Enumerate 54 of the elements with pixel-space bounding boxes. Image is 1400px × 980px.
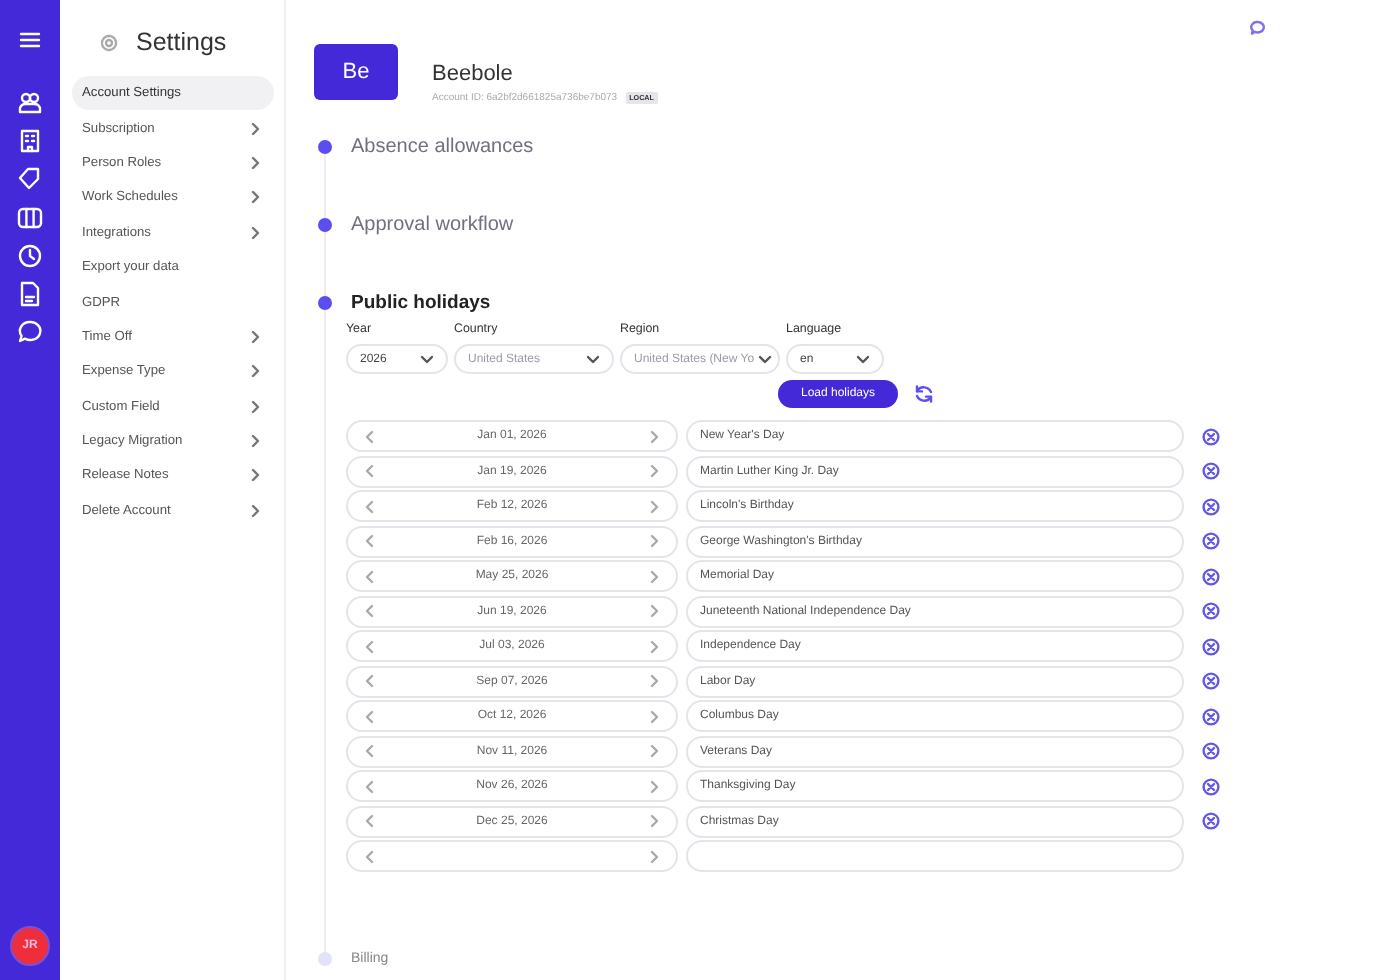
section-heading[interactable]: Approval workflow — [351, 213, 514, 235]
remove-icon[interactable] — [1202, 462, 1220, 480]
caret-icon — [758, 354, 773, 364]
chevron-right-icon[interactable] — [649, 569, 660, 583]
gear-icon — [100, 33, 118, 51]
chevron-left-icon[interactable] — [364, 604, 374, 618]
caret-icon — [586, 354, 600, 364]
chevron-left-icon[interactable] — [364, 674, 374, 688]
page-title: Settings — [136, 28, 227, 56]
chevron-right-icon[interactable] — [649, 464, 660, 478]
chevron-right-icon[interactable] — [649, 639, 660, 653]
date-picker[interactable] — [346, 840, 678, 872]
chevron-right-icon[interactable] — [649, 814, 660, 828]
chevron-right-icon[interactable] — [650, 744, 660, 758]
remove-icon[interactable] — [1202, 427, 1220, 445]
remove-icon[interactable] — [1202, 742, 1220, 760]
chevron-left-icon[interactable] — [364, 429, 374, 443]
chevron-right-icon[interactable] — [650, 849, 660, 863]
input-field[interactable] — [686, 840, 1184, 872]
remove-icon[interactable] — [1202, 567, 1220, 585]
chevron-left-icon[interactable] — [364, 744, 374, 758]
chevron-left-icon[interactable] — [364, 639, 374, 653]
section-heading[interactable]: Absence allowances — [351, 135, 534, 157]
chevron-left-icon[interactable] — [364, 849, 374, 863]
chevron-right-icon[interactable] — [649, 429, 660, 443]
chevron-left-icon[interactable] — [364, 464, 374, 478]
chevron-right-icon[interactable] — [650, 534, 660, 548]
caret-icon — [856, 354, 870, 364]
chat-icon[interactable] — [1250, 20, 1266, 36]
remove-icon[interactable] — [1202, 637, 1220, 655]
chevron-right-icon[interactable] — [650, 499, 660, 513]
chevron-right-icon[interactable] — [649, 709, 660, 723]
menu-icon[interactable] — [18, 28, 42, 52]
company-logo: Be — [314, 44, 398, 100]
company-name: Beebole — [432, 62, 515, 86]
remove-icon[interactable] — [1202, 602, 1220, 620]
caret-icon — [420, 354, 434, 364]
remove-icon[interactable] — [1202, 812, 1220, 830]
chevron-left-icon[interactable] — [364, 569, 374, 583]
remove-icon[interactable] — [1202, 777, 1220, 795]
remove-icon[interactable] — [1202, 532, 1220, 550]
remove-icon[interactable] — [1202, 707, 1220, 725]
remove-icon[interactable] — [1202, 672, 1220, 690]
remove-icon[interactable] — [1202, 497, 1220, 515]
section-heading[interactable]: Public holidays — [351, 291, 491, 313]
chevron-left-icon[interactable] — [364, 499, 374, 513]
chevron-left-icon[interactable] — [364, 779, 374, 793]
chevron-right-icon[interactable] — [649, 779, 660, 793]
chevron-left-icon[interactable] — [364, 709, 374, 723]
chevron-left-icon[interactable] — [364, 814, 374, 828]
chevron-right-icon[interactable] — [649, 604, 660, 618]
refresh-icon[interactable] — [914, 383, 934, 403]
chevron-left-icon[interactable] — [364, 534, 374, 548]
chevron-right-icon[interactable] — [649, 674, 660, 688]
